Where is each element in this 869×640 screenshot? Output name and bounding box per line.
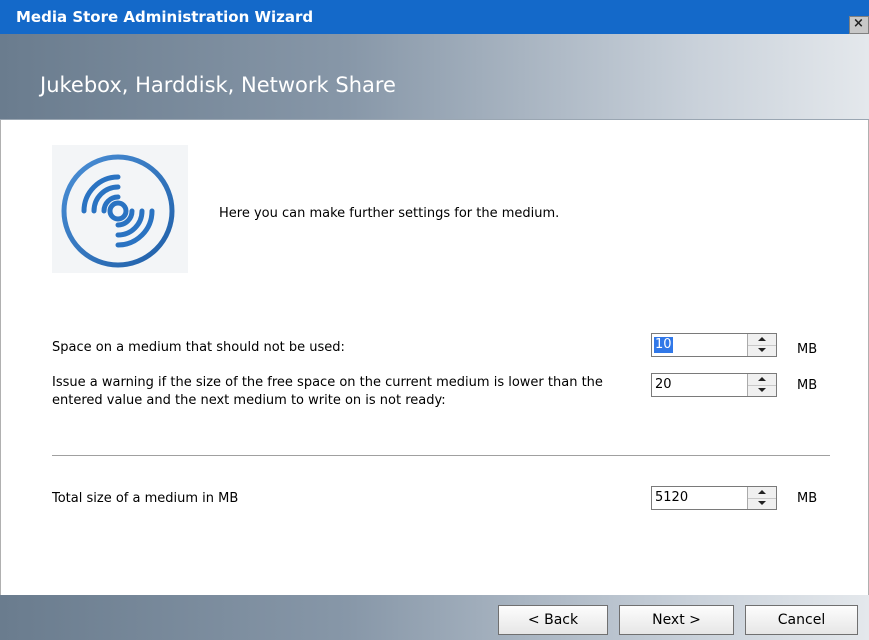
warning-threshold-label: Issue a warning if the size of the free … <box>52 375 603 408</box>
arrow-up-icon <box>758 337 766 341</box>
total-size-value[interactable]: 5120 <box>655 490 688 506</box>
total-size-stepper[interactable]: 5120 <box>651 486 777 510</box>
total-size-spin-buttons[interactable] <box>747 487 776 509</box>
unused-space-value[interactable]: 10 <box>654 337 673 353</box>
arrow-up-icon <box>758 377 766 381</box>
spin-down-button[interactable] <box>748 345 776 356</box>
unused-space-stepper[interactable]: 10 <box>651 333 777 357</box>
arrow-up-icon <box>758 490 766 494</box>
arrow-down-icon <box>758 501 766 505</box>
warning-threshold-unit: MB <box>797 378 818 393</box>
divider <box>52 455 830 457</box>
back-button[interactable]: < Back <box>498 605 608 635</box>
next-button[interactable]: Next > <box>619 605 734 635</box>
total-size-label: Total size of a medium in MB <box>52 491 239 506</box>
spin-down-button[interactable] <box>748 498 776 509</box>
unused-space-label: Space on a medium that should not be use… <box>52 340 345 355</box>
close-button[interactable]: × <box>849 16 869 34</box>
total-size-unit: MB <box>797 491 818 506</box>
page-title: Jukebox, Harddisk, Network Share <box>40 73 396 97</box>
disc-icon <box>52 145 188 273</box>
arrow-down-icon <box>758 388 766 392</box>
intro-text: Here you can make further settings for t… <box>219 206 560 221</box>
unused-space-unit: MB <box>797 342 818 357</box>
cancel-button[interactable]: Cancel <box>745 605 858 635</box>
wizard-header: Jukebox, Harddisk, Network Share <box>0 34 869 120</box>
window-title: Media Store Administration Wizard <box>16 8 314 26</box>
warning-threshold-stepper[interactable]: 20 <box>651 373 777 397</box>
wizard-footer <box>0 595 869 640</box>
unused-space-spin-buttons[interactable] <box>747 334 776 356</box>
warning-threshold-spin-buttons[interactable] <box>747 374 776 396</box>
title-bar[interactable]: Media Store Administration Wizard × <box>0 0 869 34</box>
arrow-down-icon <box>758 348 766 352</box>
close-icon: × <box>853 16 864 31</box>
warning-threshold-value[interactable]: 20 <box>655 377 672 393</box>
spin-down-button[interactable] <box>748 385 776 396</box>
